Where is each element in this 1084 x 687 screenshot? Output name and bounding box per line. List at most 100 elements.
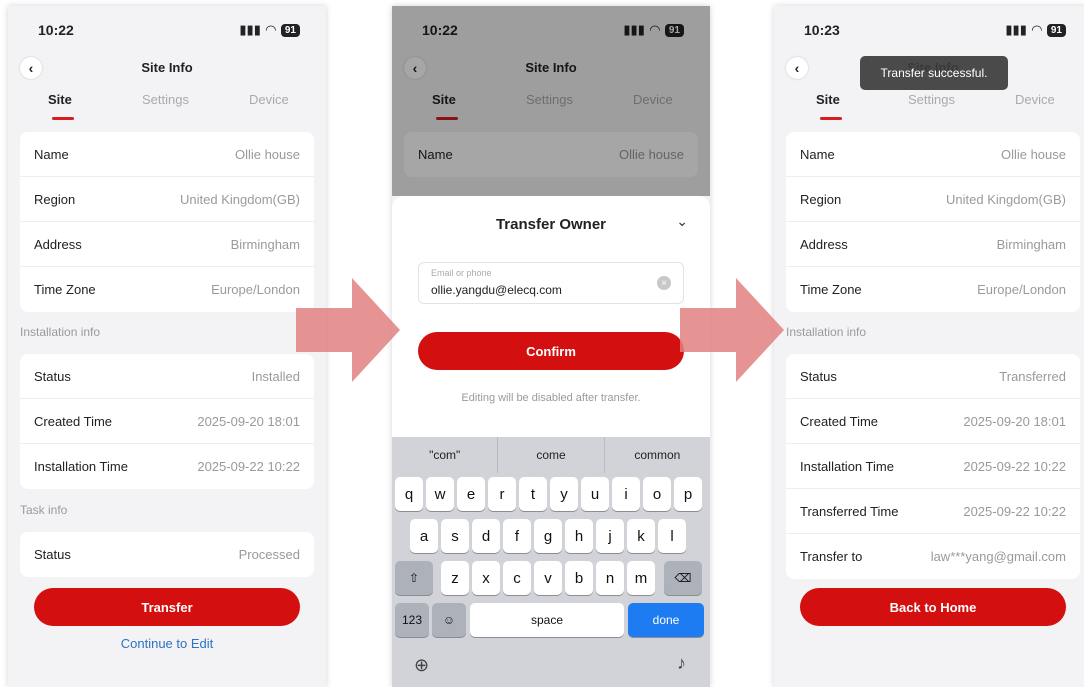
suggestion[interactable]: common	[605, 437, 710, 473]
info-row: Transferred Time 2025-09-22 10:22	[786, 489, 1080, 534]
suggestion-bar: "com" come common	[392, 437, 710, 473]
section-label-installation: Installation info	[20, 325, 101, 339]
info-row: Time Zone Europe/London	[34, 282, 300, 297]
key[interactable]: r	[488, 477, 516, 511]
tab-indicator	[52, 117, 74, 120]
key[interactable]: j	[596, 519, 624, 553]
info-row: Time Zone Europe/London	[800, 282, 1066, 297]
screen-site-info: 10:22 ▮▮▮ ◠ 91 ‹ Site Info Site Settings…	[8, 6, 326, 687]
tab-site[interactable]: Site	[816, 92, 840, 107]
key[interactable]: s	[441, 519, 469, 553]
key[interactable]: c	[503, 561, 531, 595]
emoji-key[interactable]: ☺	[432, 603, 466, 637]
key[interactable]: b	[565, 561, 593, 595]
hint-text: Editing will be disabled after transfer.	[461, 392, 641, 404]
key[interactable]: g	[534, 519, 562, 553]
screen-site-info-transferred: 10:23 ▮▮▮ ◠ 91 ‹ Site Info Site Settings…	[774, 6, 1084, 687]
arrow-right-icon	[680, 278, 784, 382]
key[interactable]: h	[565, 519, 593, 553]
battery-icon: 91	[1046, 23, 1066, 37]
flow-arrow-1	[296, 278, 400, 382]
installation-card: Status Installed Created Time 2025-09-20 1…	[20, 354, 314, 489]
microphone-icon[interactable]: ♪	[677, 653, 686, 674]
key[interactable]: e	[457, 477, 485, 511]
transfer-button[interactable]: Transfer	[34, 588, 300, 626]
key[interactable]: a	[410, 519, 438, 553]
key[interactable]: t	[519, 477, 547, 511]
space-key[interactable]: space	[470, 603, 624, 637]
tab-site[interactable]: Site	[48, 92, 72, 107]
tab-bar: Site Settings Device	[8, 92, 326, 126]
status-time: 10:22	[38, 22, 74, 38]
screen-transfer-owner: 10:22 ▮▮▮ ◠ 91 ‹ Site Info Site Settings…	[392, 6, 710, 687]
back-home-button[interactable]: Back to Home	[800, 588, 1066, 626]
info-row: Transfer to law***yang@gmail.com	[800, 549, 1066, 564]
shift-icon: ⇧	[408, 571, 420, 585]
key-row-4: 123 ☺ space done	[392, 603, 710, 637]
suggestion[interactable]: "com"	[392, 437, 499, 473]
key[interactable]: y	[550, 477, 578, 511]
key[interactable]: f	[503, 519, 531, 553]
continue-edit-link[interactable]: Continue to Edit	[8, 636, 326, 651]
key[interactable]: p	[674, 477, 702, 511]
key[interactable]: n	[596, 561, 624, 595]
key-row-1: q w e r t y u i o p	[392, 477, 710, 511]
info-row: Created Time 2025-09-20 18:01	[20, 399, 314, 444]
done-key[interactable]: done	[628, 603, 704, 637]
shift-key[interactable]: ⇧	[395, 561, 433, 595]
key-row-2: a s d f g h j k l	[392, 519, 710, 553]
key[interactable]: u	[581, 477, 609, 511]
suggestion[interactable]: come	[498, 437, 605, 473]
tab-device[interactable]: Device	[1015, 92, 1055, 107]
status-bar: 10:22 ▮▮▮ ◠ 91	[8, 6, 326, 50]
info-row: Region United Kingdom(GB)	[20, 177, 314, 222]
installation-card: Status Transferred Created Time 2025-09-20…	[786, 354, 1080, 579]
key[interactable]: k	[627, 519, 655, 553]
info-row: Address Birmingham	[786, 222, 1080, 267]
key[interactable]: v	[534, 561, 562, 595]
section-label-installation: Installation info	[786, 325, 867, 339]
clear-icon[interactable]: ×	[657, 276, 671, 290]
arrow-right-icon	[296, 278, 400, 382]
tab-settings[interactable]: Settings	[142, 92, 189, 107]
flow-arrow-2	[680, 278, 784, 382]
info-row: Created Time 2025-09-20 18:01	[786, 399, 1080, 444]
wifi-icon: ◠	[265, 22, 276, 37]
key[interactable]: q	[395, 477, 423, 511]
delete-key[interactable]: ⌫	[664, 561, 702, 595]
signal-icon: ▮▮▮	[239, 22, 261, 37]
info-row: Installation Time 2025-09-22 10:22	[34, 459, 300, 474]
key-row-3: ⇧ z x c v b n m ⌫	[392, 561, 710, 595]
globe-icon[interactable]: ⊕	[414, 655, 429, 676]
info-row: Address Birmingham	[20, 222, 314, 267]
key[interactable]: x	[472, 561, 500, 595]
section-label-task: Task info	[20, 503, 68, 517]
wifi-icon: ◠	[1031, 22, 1042, 37]
confirm-button[interactable]: Confirm	[418, 332, 684, 370]
key[interactable]: z	[441, 561, 469, 595]
status-time: 10:23	[804, 22, 840, 38]
key[interactable]: d	[472, 519, 500, 553]
toast-message: Transfer successful.	[860, 56, 1008, 90]
site-card: Name Ollie house Region United Kingdom(GB)…	[20, 132, 314, 312]
chevron-down-icon[interactable]: ⌄	[676, 213, 688, 230]
email-field[interactable]: Email or phone ollie.yangdu@elecq.com ×	[418, 262, 684, 304]
key[interactable]: l	[658, 519, 686, 553]
battery-icon: 91	[280, 23, 300, 37]
info-row: Status Installed	[20, 354, 314, 399]
key[interactable]: o	[643, 477, 671, 511]
info-row: Name Ollie house	[20, 132, 314, 177]
info-row: Status Processed	[34, 547, 300, 562]
key[interactable]: w	[426, 477, 454, 511]
key[interactable]: i	[612, 477, 640, 511]
dim-overlay[interactable]	[392, 6, 710, 196]
tab-settings[interactable]: Settings	[908, 92, 955, 107]
info-row: Region United Kingdom(GB)	[786, 177, 1080, 222]
numbers-key[interactable]: 123	[395, 603, 429, 637]
key[interactable]: m	[627, 561, 655, 595]
signal-icon: ▮▮▮	[1005, 22, 1027, 37]
info-row: Status Transferred	[786, 354, 1080, 399]
site-card: Name Ollie house Region United Kingdom(GB)…	[786, 132, 1080, 312]
tab-device[interactable]: Device	[249, 92, 289, 107]
field-value[interactable]: ollie.yangdu@elecq.com	[431, 283, 562, 297]
